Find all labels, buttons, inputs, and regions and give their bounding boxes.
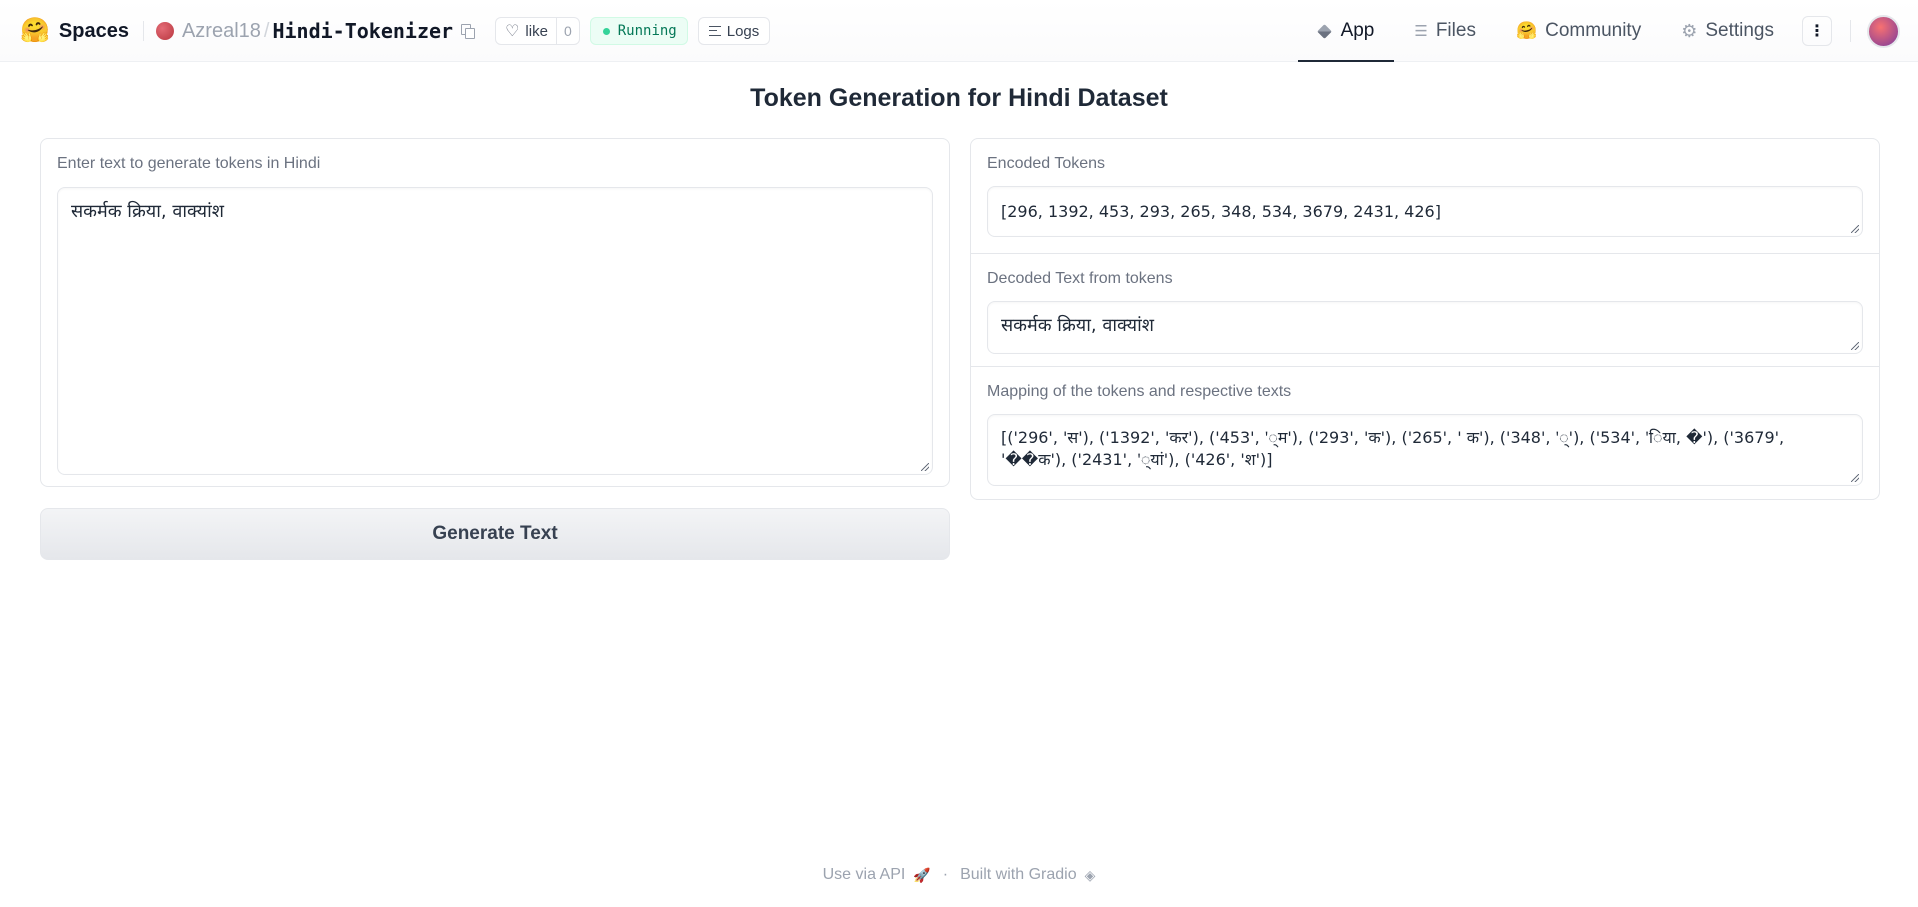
like-button[interactable]: ♡ like 0 [495,17,580,45]
tab-community[interactable]: 🤗 Community [1496,0,1661,62]
generate-text-button[interactable]: Generate Text [40,508,950,560]
top-nav-bar: 🤗 Spaces Azreal18 / Hindi-Tokenizer ♡ li… [0,0,1918,62]
rocket-icon: 🚀 [913,866,931,883]
status-dot-icon [602,27,610,35]
token-mapping-label: Mapping of the tokens and respective tex… [987,383,1292,400]
owner-link[interactable]: Azreal18 [182,20,261,43]
repo-name-link[interactable]: Hindi-Tokenizer [272,19,453,43]
hindi-text-input[interactable]: सकर्मक क्रिया, वाक्यांश [57,187,933,475]
decoded-text-block: Decoded Text from tokens सकर्मक क्रिया, … [971,253,1879,366]
tab-label: Community [1545,20,1642,41]
more-options-button[interactable]: ⋮ [1802,16,1832,46]
heart-icon: ♡ [505,23,520,40]
footer: Use via API 🚀 · Built with Gradio ◈ [0,866,1918,884]
tab-label: Settings [1705,20,1774,41]
huggingface-logo-icon[interactable]: 🤗 [20,19,50,43]
tab-label: App [1340,20,1375,41]
encoded-tokens-label: Encoded Tokens [987,155,1106,172]
logs-icon [708,26,721,36]
owner-avatar[interactable] [155,22,174,40]
like-main[interactable]: ♡ like [496,18,556,44]
token-mapping-output[interactable]: [('296', 'स'), ('1392', 'कर'), ('453', '… [987,414,1863,486]
status-badge[interactable]: Running [589,17,688,45]
token-mapping-block: Mapping of the tokens and respective tex… [971,366,1879,501]
output-panel: Encoded Tokens [296, 1392, 453, 293, 265… [970,138,1880,500]
encoded-tokens-block: Encoded Tokens [296, 1392, 453, 293, 265… [971,139,1879,253]
path-separator: / [263,19,270,42]
footer-separator: · [942,866,949,883]
logs-label: Logs [726,22,760,40]
tab-label: Files [1435,20,1476,41]
use-via-api-link[interactable]: Use via API [823,866,906,884]
decoded-text-label: Decoded Text from tokens [987,270,1173,287]
like-label: like [525,22,548,40]
decoded-text-output[interactable]: सकर्मक क्रिया, वाक्यांश [987,301,1863,354]
like-count[interactable]: 0 [555,18,579,44]
cube-icon [1316,23,1332,39]
header-left: 🤗 Spaces Azreal18 / Hindi-Tokenizer ♡ li… [20,0,771,62]
input-label: Enter text to generate tokens in Hindi [57,155,321,172]
divider [142,21,144,41]
tab-files[interactable]: ☰ Files [1394,0,1496,62]
divider [1850,20,1851,42]
built-with-gradio-link[interactable]: Built with Gradio [960,866,1077,884]
encoded-tokens-output[interactable]: [296, 1392, 453, 293, 265, 348, 534, 367… [987,186,1863,237]
page-title: Token Generation for Hindi Dataset [750,84,1168,112]
tab-app[interactable]: App [1297,0,1395,62]
hug-icon: 🤗 [1515,21,1538,40]
gear-icon: ⚙ [1681,20,1698,41]
copy-icon[interactable] [461,24,476,39]
status-label: Running [617,23,677,39]
spaces-link[interactable]: Spaces [59,20,129,43]
input-panel: Enter text to generate tokens in Hindi स… [40,138,950,487]
user-avatar[interactable] [1867,14,1900,48]
logs-button[interactable]: Logs [697,17,771,45]
gradio-logo-icon: ◈ [1084,866,1096,883]
header-right: App ☰ Files 🤗 Community ⚙ Settings ⋮ [1297,0,1918,62]
files-icon: ☰ [1414,23,1428,40]
tab-settings[interactable]: ⚙ Settings [1661,0,1794,62]
